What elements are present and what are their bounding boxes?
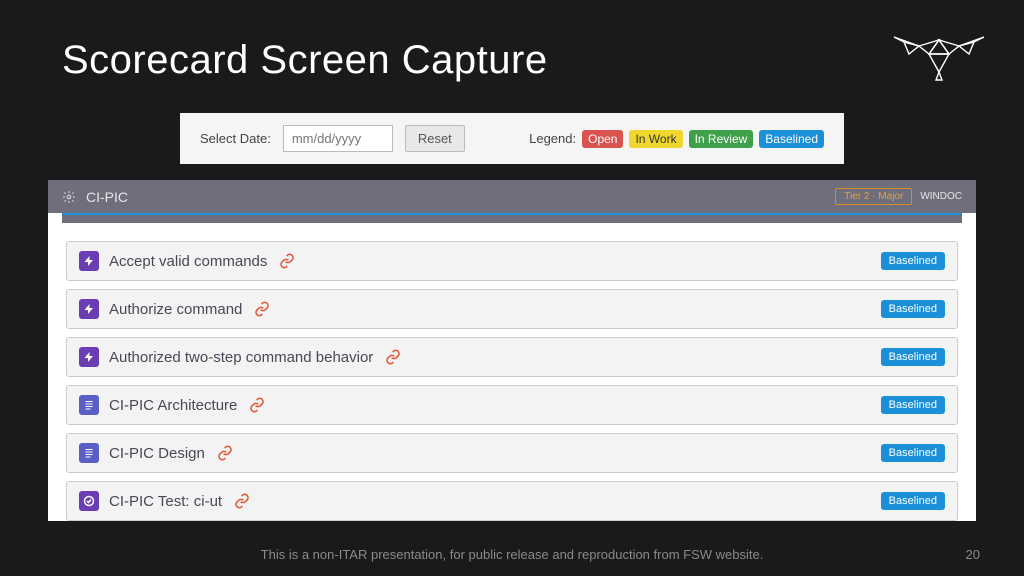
panel-title: CI-PIC	[86, 189, 128, 205]
logo-icon	[884, 32, 994, 89]
legend-label: Legend:	[529, 131, 576, 146]
windoc-label: WINDOC	[920, 191, 962, 202]
date-input[interactable]	[283, 125, 393, 152]
reset-button[interactable]: Reset	[405, 125, 465, 152]
panel-divider	[62, 213, 962, 223]
list-item[interactable]: CI-PIC Test: ci-ut Baselined	[66, 481, 958, 521]
status-badge: Baselined	[881, 300, 945, 318]
check-icon	[79, 491, 99, 511]
list-item[interactable]: CI-PIC Architecture Baselined	[66, 385, 958, 425]
link-icon[interactable]	[234, 493, 250, 509]
tier-badge: Tier 2 · Major	[835, 188, 912, 205]
list-item[interactable]: Authorized two-step command behavior Base…	[66, 337, 958, 377]
item-label: Accept valid commands	[109, 253, 267, 270]
filter-toolbar: Select Date: Reset Legend: Open In Work …	[180, 113, 844, 164]
legend-badge-in-work: In Work	[629, 130, 682, 148]
link-icon[interactable]	[249, 397, 265, 413]
slide-footer: This is a non-ITAR presentation, for pub…	[0, 547, 1024, 562]
gear-icon[interactable]	[62, 190, 76, 204]
link-icon[interactable]	[217, 445, 233, 461]
doc-icon	[79, 395, 99, 415]
legend-badge-in-review: In Review	[689, 130, 754, 148]
status-badge: Baselined	[881, 492, 945, 510]
page-number: 20	[966, 547, 980, 562]
bolt-icon	[79, 251, 99, 271]
doc-icon	[79, 443, 99, 463]
list-item[interactable]: Authorize command Baselined	[66, 289, 958, 329]
list-item[interactable]: CI-PIC Design Baselined	[66, 433, 958, 473]
item-label: CI-PIC Architecture	[109, 397, 237, 414]
status-badge: Baselined	[881, 252, 945, 270]
link-icon[interactable]	[385, 349, 401, 365]
item-label: Authorized two-step command behavior	[109, 349, 373, 366]
panel-body: Accept valid commandsBaselinedAuthorize …	[48, 223, 976, 521]
item-label: CI-PIC Test: ci-ut	[109, 493, 222, 510]
footer-text: This is a non-ITAR presentation, for pub…	[261, 547, 764, 562]
bolt-icon	[79, 347, 99, 367]
slide-title: Scorecard Screen Capture	[0, 0, 1024, 83]
list-item[interactable]: Accept valid commands Baselined	[66, 241, 958, 281]
bolt-icon	[79, 299, 99, 319]
item-label: CI-PIC Design	[109, 445, 205, 462]
legend-badge-open: Open	[582, 130, 623, 148]
item-label: Authorize command	[109, 301, 242, 318]
legend-badge-baselined: Baselined	[759, 130, 824, 148]
scorecard-panel: CI-PIC Tier 2 · Major WINDOC Accept vali…	[48, 180, 976, 521]
link-icon[interactable]	[254, 301, 270, 317]
status-badge: Baselined	[881, 444, 945, 462]
link-icon[interactable]	[279, 253, 295, 269]
status-badge: Baselined	[881, 348, 945, 366]
panel-header: CI-PIC Tier 2 · Major WINDOC	[48, 180, 976, 213]
status-badge: Baselined	[881, 396, 945, 414]
select-date-label: Select Date:	[200, 131, 271, 146]
